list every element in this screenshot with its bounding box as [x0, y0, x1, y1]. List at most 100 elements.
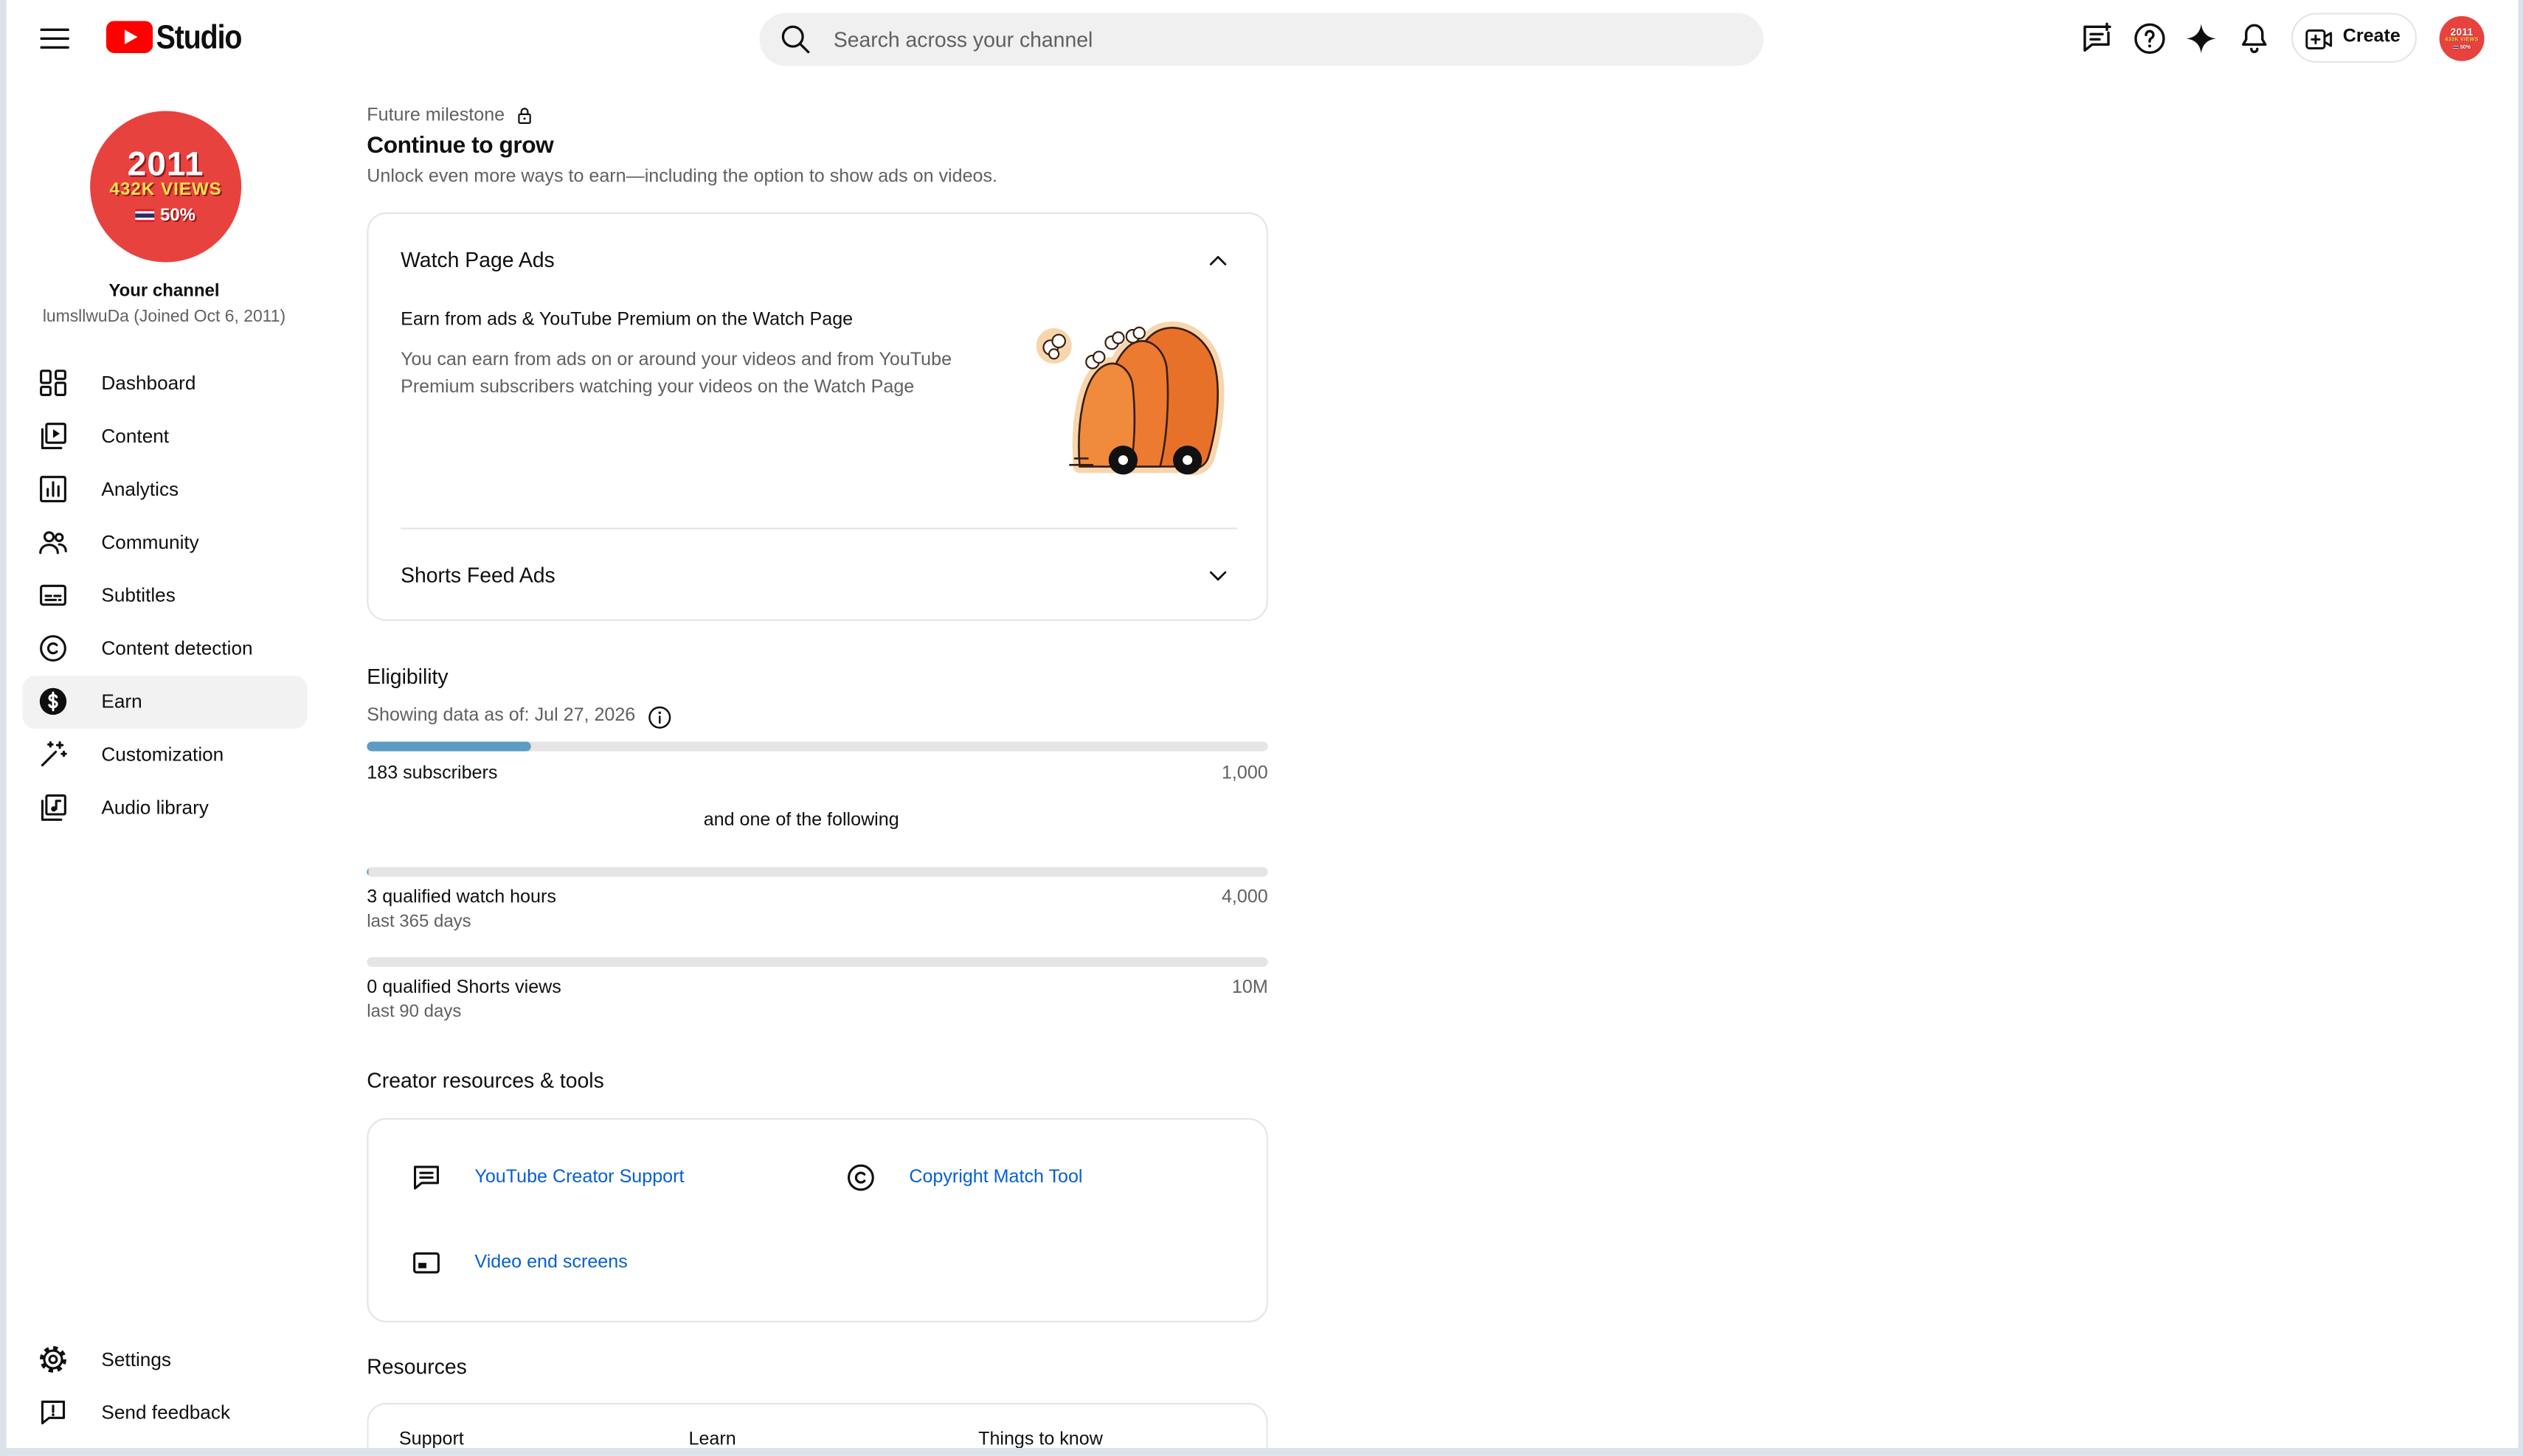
- sidebar-item-label: Subtitles: [101, 583, 176, 607]
- sidebar-item-content[interactable]: Content: [23, 410, 308, 463]
- help-icon: [2134, 23, 2165, 55]
- gear-icon: [37, 1343, 69, 1376]
- studio-page: Studio Search across your channel Create…: [0, 0, 2523, 1456]
- end-screen-icon: [413, 1252, 440, 1274]
- menu-button[interactable]: [37, 21, 72, 56]
- ad-formats-card: Watch Page Ads Earn from ads & YouTube P…: [367, 212, 1268, 621]
- thailand-flag-icon: [2453, 45, 2459, 49]
- sidebar-item-label: Customization: [101, 743, 224, 766]
- youtube-logo-icon: [105, 21, 153, 53]
- sidebar-item-audio-library[interactable]: Audio library: [23, 782, 308, 835]
- avatar-percent-text: 50%: [2460, 44, 2471, 50]
- watch-hours-target: 4,000: [1221, 887, 1268, 908]
- messages-button[interactable]: [2079, 21, 2114, 56]
- avatar-year-text: 2011: [127, 146, 204, 184]
- watch-hours-progress-bar: [367, 867, 1268, 877]
- watch-hours-period: last 365 days: [367, 912, 471, 932]
- sidebar-item-label: Analytics: [101, 477, 179, 501]
- lock-icon: [518, 108, 531, 124]
- logo-text: Studio: [156, 19, 243, 57]
- create-button[interactable]: Create: [2291, 13, 2418, 63]
- sidebar-item-label: Send feedback: [101, 1401, 231, 1424]
- earn-icon: [37, 685, 69, 718]
- subtitles-icon: [37, 579, 69, 611]
- channel-avatar[interactable]: 2011 432K VIEWS 50%: [90, 111, 242, 263]
- sidebar-item-label: Audio library: [101, 796, 209, 819]
- notifications-button[interactable]: [2237, 21, 2272, 56]
- account-avatar-image: 2011 432K VIEWS 50%: [2439, 15, 2485, 61]
- window-frame-bottom: [0, 1448, 2523, 1456]
- sidebar-item-label: Content detection: [101, 637, 253, 660]
- sidebar-item-send-feedback[interactable]: Send feedback: [23, 1387, 308, 1440]
- copyright-icon: [847, 1164, 874, 1191]
- chevron-down-icon[interactable]: [1203, 561, 1232, 590]
- creator-support-link[interactable]: YouTube Creator Support: [410, 1162, 796, 1194]
- analytics-icon: [37, 473, 69, 505]
- shorts-feed-ads-header[interactable]: Shorts Feed Ads: [368, 530, 1266, 620]
- sidebar-item-subtitles[interactable]: Subtitles: [23, 569, 308, 623]
- shorts-views-period: last 90 days: [367, 1002, 462, 1022]
- sidebar-item-label: Earn: [101, 690, 142, 713]
- watch-page-ads-header[interactable]: Watch Page Ads: [368, 214, 1266, 308]
- messages-icon: [2083, 22, 2111, 52]
- sidebar-item-analytics[interactable]: Analytics: [23, 463, 308, 516]
- sidebar-item-label: Settings: [101, 1348, 171, 1371]
- create-video-icon: [2305, 29, 2333, 49]
- avatar-views-text: 432K VIEWS: [109, 180, 222, 200]
- copyright-match-link[interactable]: Copyright Match Tool: [845, 1162, 1231, 1194]
- resources-title: Resources: [367, 1354, 467, 1379]
- eligibility-as-of: Showing data as of: Jul 27, 2026: [367, 706, 636, 726]
- channel-name: lumsllwuDa (Joined Oct 6, 2011): [42, 307, 286, 327]
- thailand-flag-icon: [136, 209, 156, 222]
- account-avatar[interactable]: 2011 432K VIEWS 50%: [2439, 15, 2485, 61]
- copyright-match-label[interactable]: Copyright Match Tool: [909, 1165, 1082, 1190]
- avatar-views-text: 432K VIEWS: [2445, 36, 2479, 43]
- customization-icon: [37, 738, 69, 771]
- avatar-percent-row: 50%: [90, 206, 241, 225]
- shorts-views-progress-bar: [367, 957, 1268, 967]
- create-label: Create: [2342, 27, 2401, 47]
- watch-page-ads-title: Watch Page Ads: [401, 247, 555, 272]
- your-channel-label: Your channel: [108, 281, 220, 301]
- ad-vehicle-illustration: [1036, 321, 1225, 476]
- sidebar-item-content-detection[interactable]: Content detection: [23, 623, 308, 676]
- sidebar-item-label: Content: [101, 424, 170, 448]
- search-icon: [781, 25, 810, 54]
- avatar-percent-row: 50%: [2440, 44, 2485, 50]
- shorts-views-target: 10M: [1231, 978, 1268, 998]
- avatar-percent-text: 50%: [159, 206, 196, 226]
- page-subtitle: Unlock even more ways to earn—including …: [367, 167, 997, 187]
- subscribers-target: 1,000: [1221, 764, 1268, 784]
- community-icon: [37, 526, 69, 558]
- window-frame-right: [2518, 0, 2523, 1456]
- support-chat-icon: [414, 1165, 439, 1190]
- page-title: Continue to grow: [367, 134, 554, 159]
- subscribers-progress-fill: [367, 741, 532, 752]
- help-button[interactable]: [2132, 21, 2167, 56]
- sidebar-item-label: Dashboard: [101, 371, 196, 395]
- eligibility-title: Eligibility: [367, 664, 449, 689]
- creator-support-label[interactable]: YouTube Creator Support: [474, 1165, 684, 1190]
- content-detection-icon: [37, 632, 69, 665]
- eligibility-connector: and one of the following: [703, 811, 899, 831]
- search-input[interactable]: [833, 13, 1735, 66]
- chevron-up-icon[interactable]: [1203, 246, 1232, 275]
- watch-page-ads-heading: Earn from ads & YouTube Premium on the W…: [401, 310, 854, 330]
- info-icon[interactable]: [647, 704, 673, 730]
- sidebar-item-settings[interactable]: Settings: [23, 1334, 308, 1387]
- end-screens-link[interactable]: Video end screens: [410, 1247, 796, 1279]
- sidebar-item-community[interactable]: Community: [23, 516, 308, 569]
- tools-card: YouTube Creator Support Copyright Match …: [367, 1117, 1268, 1322]
- search-bar[interactable]: [759, 13, 1764, 66]
- ai-assist-button[interactable]: [2184, 21, 2219, 56]
- end-screens-label[interactable]: Video end screens: [474, 1250, 627, 1276]
- shorts-feed-ads-title: Shorts Feed Ads: [401, 563, 556, 588]
- top-bar: Studio Search across your channel Create…: [0, 0, 2523, 77]
- sidebar-item-earn[interactable]: Earn: [22, 676, 308, 729]
- tools-title: Creator resources & tools: [367, 1068, 604, 1092]
- sidebar-item-dashboard[interactable]: Dashboard: [23, 357, 308, 410]
- sidebar-item-label: Community: [101, 530, 199, 554]
- watch-page-ads-description: You can earn from ads on or around your …: [401, 350, 952, 398]
- sidebar-item-customization[interactable]: Customization: [23, 729, 308, 782]
- feedback-icon: [37, 1396, 69, 1429]
